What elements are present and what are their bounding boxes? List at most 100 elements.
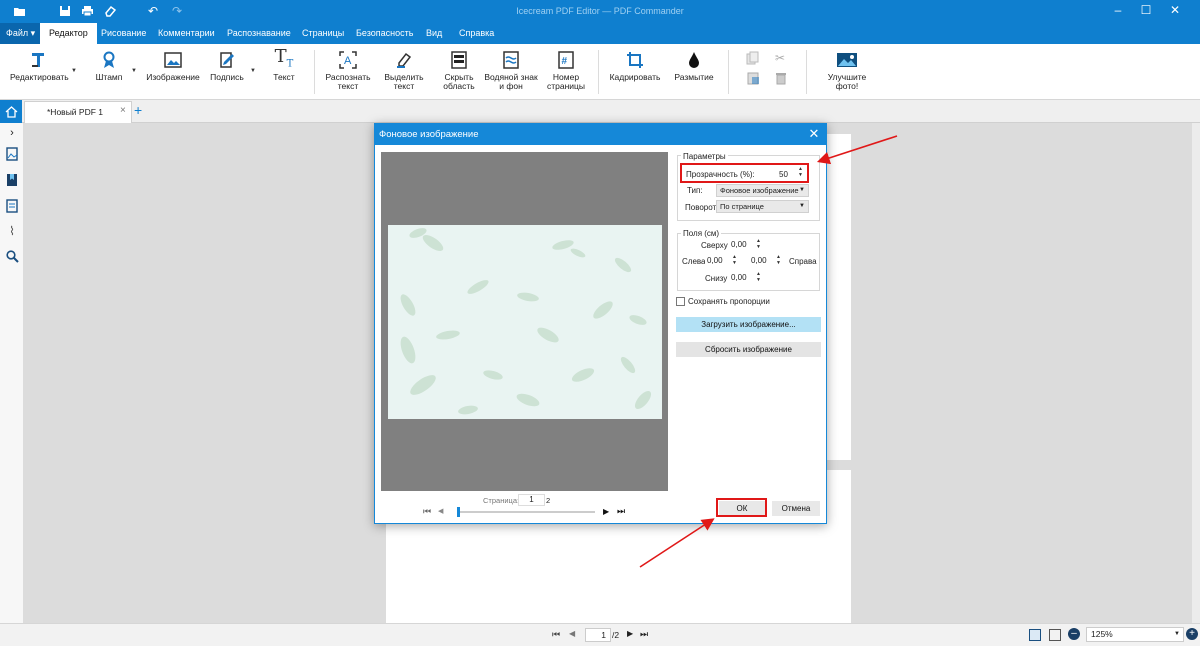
hide-area-button[interactable]: Скрыть область <box>438 50 480 91</box>
close-tab-icon[interactable]: × <box>120 105 126 116</box>
blur-button[interactable]: Размытие <box>672 50 716 82</box>
annotations-icon[interactable] <box>5 199 19 213</box>
close-dialog-icon[interactable]: ✕ <box>806 126 822 142</box>
cancel-button[interactable]: Отмена <box>772 501 820 516</box>
page-input[interactable]: 1 <box>518 494 545 506</box>
page-slider-track[interactable] <box>457 511 595 513</box>
ocr-icon: A <box>338 50 358 70</box>
page-total: /2 <box>612 630 620 640</box>
close-window-icon[interactable]: ✕ <box>1165 3 1185 19</box>
edit-dropdown-icon[interactable]: ▼ <box>71 68 77 74</box>
signature-dropdown-icon[interactable]: ▼ <box>250 68 256 74</box>
left-margin-spinner[interactable]: ▲ ▼ <box>730 254 739 266</box>
minimize-icon[interactable]: – <box>1108 3 1128 19</box>
blur-label: Размытие <box>674 72 714 82</box>
reset-image-button[interactable]: Сбросить изображение <box>676 342 821 357</box>
search-icon[interactable] <box>5 249 19 263</box>
expand-sidebar-icon[interactable]: › <box>5 126 19 140</box>
tab-help[interactable]: Справка <box>450 23 503 44</box>
tab-pages[interactable]: Страницы <box>293 23 353 44</box>
signature-button[interactable]: Подпись <box>208 50 246 82</box>
home-icon <box>5 105 17 118</box>
tab-view[interactable]: Вид <box>417 23 451 44</box>
add-tab-icon[interactable]: + <box>134 102 142 118</box>
type-select[interactable]: Фоновое изображение ▼ <box>716 184 809 197</box>
ocr-button[interactable]: A Распознать текст <box>324 50 372 91</box>
bottom-margin-label: Снизу <box>705 274 728 283</box>
tab-security[interactable]: Безопасность <box>347 23 422 44</box>
margins-group-label: Поля (см) <box>681 229 722 238</box>
drop-icon <box>684 50 704 70</box>
type-value: Фоновое изображение <box>720 186 799 195</box>
next-page-icon[interactable]: ▶ <box>603 507 609 516</box>
crop-button[interactable]: Кадрировать <box>608 50 662 82</box>
tab-drawing[interactable]: Рисование <box>92 23 155 44</box>
prev-page-icon[interactable]: ◀ <box>438 507 443 515</box>
attachments-icon[interactable]: ⌇ <box>5 224 19 238</box>
right-margin-input[interactable]: 0,00 ▲ ▼ <box>749 254 783 266</box>
ribbon-separator <box>314 50 315 94</box>
left-margin-input[interactable]: 0,00 ▲ ▼ <box>705 254 739 266</box>
left-sidebar: › ⌇ <box>0 123 24 623</box>
page-slider-thumb[interactable] <box>457 507 460 517</box>
last-page-icon[interactable]: ⏭ <box>617 506 625 517</box>
right-margin-spinner[interactable]: ▲ ▼ <box>774 254 783 266</box>
bottom-margin-spinner[interactable]: ▲ ▼ <box>754 271 763 283</box>
text-button[interactable]: TT Текст <box>270 47 298 82</box>
menu-bar: Файл ▾ Редактор Рисование Комментарии Ра… <box>0 23 1200 44</box>
image-button[interactable]: Изображение <box>146 50 200 82</box>
file-menu[interactable]: Файл ▾ <box>0 23 42 44</box>
highlight-box <box>680 163 809 183</box>
background-image-dialog: Фоновое изображение ✕ ⏮ ◀ Страница: 1 2 … <box>374 123 827 524</box>
top-margin-input[interactable]: 0,00 ▲ ▼ <box>729 238 763 250</box>
load-image-button[interactable]: Загрузить изображение... <box>676 317 821 332</box>
document-tab-bar <box>0 100 1200 123</box>
right-margin-value: 0,00 <box>751 256 767 265</box>
fit-page-icon[interactable] <box>1049 629 1061 641</box>
right-margin-label: Справа <box>789 257 817 266</box>
document-tab[interactable]: *Новый PDF 1 × <box>24 101 132 123</box>
watermark-button[interactable]: Водяной знак и фон <box>484 50 538 91</box>
page-thumbnails-icon[interactable] <box>5 147 19 161</box>
tab-comments[interactable]: Комментарии <box>149 23 224 44</box>
page-label: Страница: <box>483 496 520 505</box>
maximize-icon[interactable]: ☐ <box>1136 3 1156 19</box>
image-preview <box>381 152 668 491</box>
bookmarks-icon[interactable] <box>5 173 19 187</box>
tab-recognition[interactable]: Распознавание <box>218 23 300 44</box>
last-page-icon[interactable]: ⏭ <box>640 629 648 640</box>
stamp-icon <box>99 50 119 70</box>
stamp-button[interactable]: Штамп <box>92 50 126 82</box>
enhance-photo-button[interactable]: Улучшите фото! <box>816 50 878 91</box>
rotation-value: По странице <box>720 202 764 211</box>
zoom-out-icon[interactable]: – <box>1068 628 1080 640</box>
single-page-view-icon[interactable] <box>1029 629 1041 641</box>
delete-icon[interactable] <box>775 71 789 85</box>
vertical-scrollbar[interactable] <box>1192 123 1200 623</box>
first-page-icon[interactable]: ⏮ <box>552 629 560 640</box>
keep-ratio-checkbox[interactable] <box>676 297 685 306</box>
top-margin-spinner[interactable]: ▲ ▼ <box>754 238 763 250</box>
page-number-button[interactable]: # Номер страницы <box>544 50 588 91</box>
bottom-margin-input[interactable]: 0,00 ▲ ▼ <box>729 271 763 283</box>
page-number-label-2: страницы <box>546 81 586 91</box>
rotation-select[interactable]: По странице ▼ <box>716 200 809 213</box>
edit-button[interactable]: Редактировать <box>10 50 69 82</box>
photo-icon <box>835 50 859 70</box>
zoom-in-icon[interactable]: + <box>1186 628 1198 640</box>
status-bar: ⏮ ◀ 1 /2 ▶ ⏭ – 125% ▼ + <box>0 623 1200 646</box>
tab-editor[interactable]: Редактор <box>40 23 97 44</box>
select-text-button[interactable]: Выделить текст <box>382 50 426 91</box>
next-page-icon[interactable]: ▶ <box>627 629 633 638</box>
prev-page-icon[interactable]: ◀ <box>569 629 575 638</box>
copy-icon[interactable] <box>746 51 760 65</box>
zoom-select[interactable]: 125% ▼ <box>1086 627 1184 642</box>
cut-icon[interactable]: ✂ <box>775 51 789 65</box>
home-button[interactable] <box>0 100 22 123</box>
page-number-input[interactable]: 1 <box>585 628 611 642</box>
stamp-dropdown-icon[interactable]: ▼ <box>131 68 137 74</box>
page-number-icon: # <box>556 50 576 70</box>
paste-icon[interactable] <box>746 71 760 85</box>
ribbon-separator <box>806 50 807 94</box>
first-page-icon[interactable]: ⏮ <box>423 506 431 517</box>
